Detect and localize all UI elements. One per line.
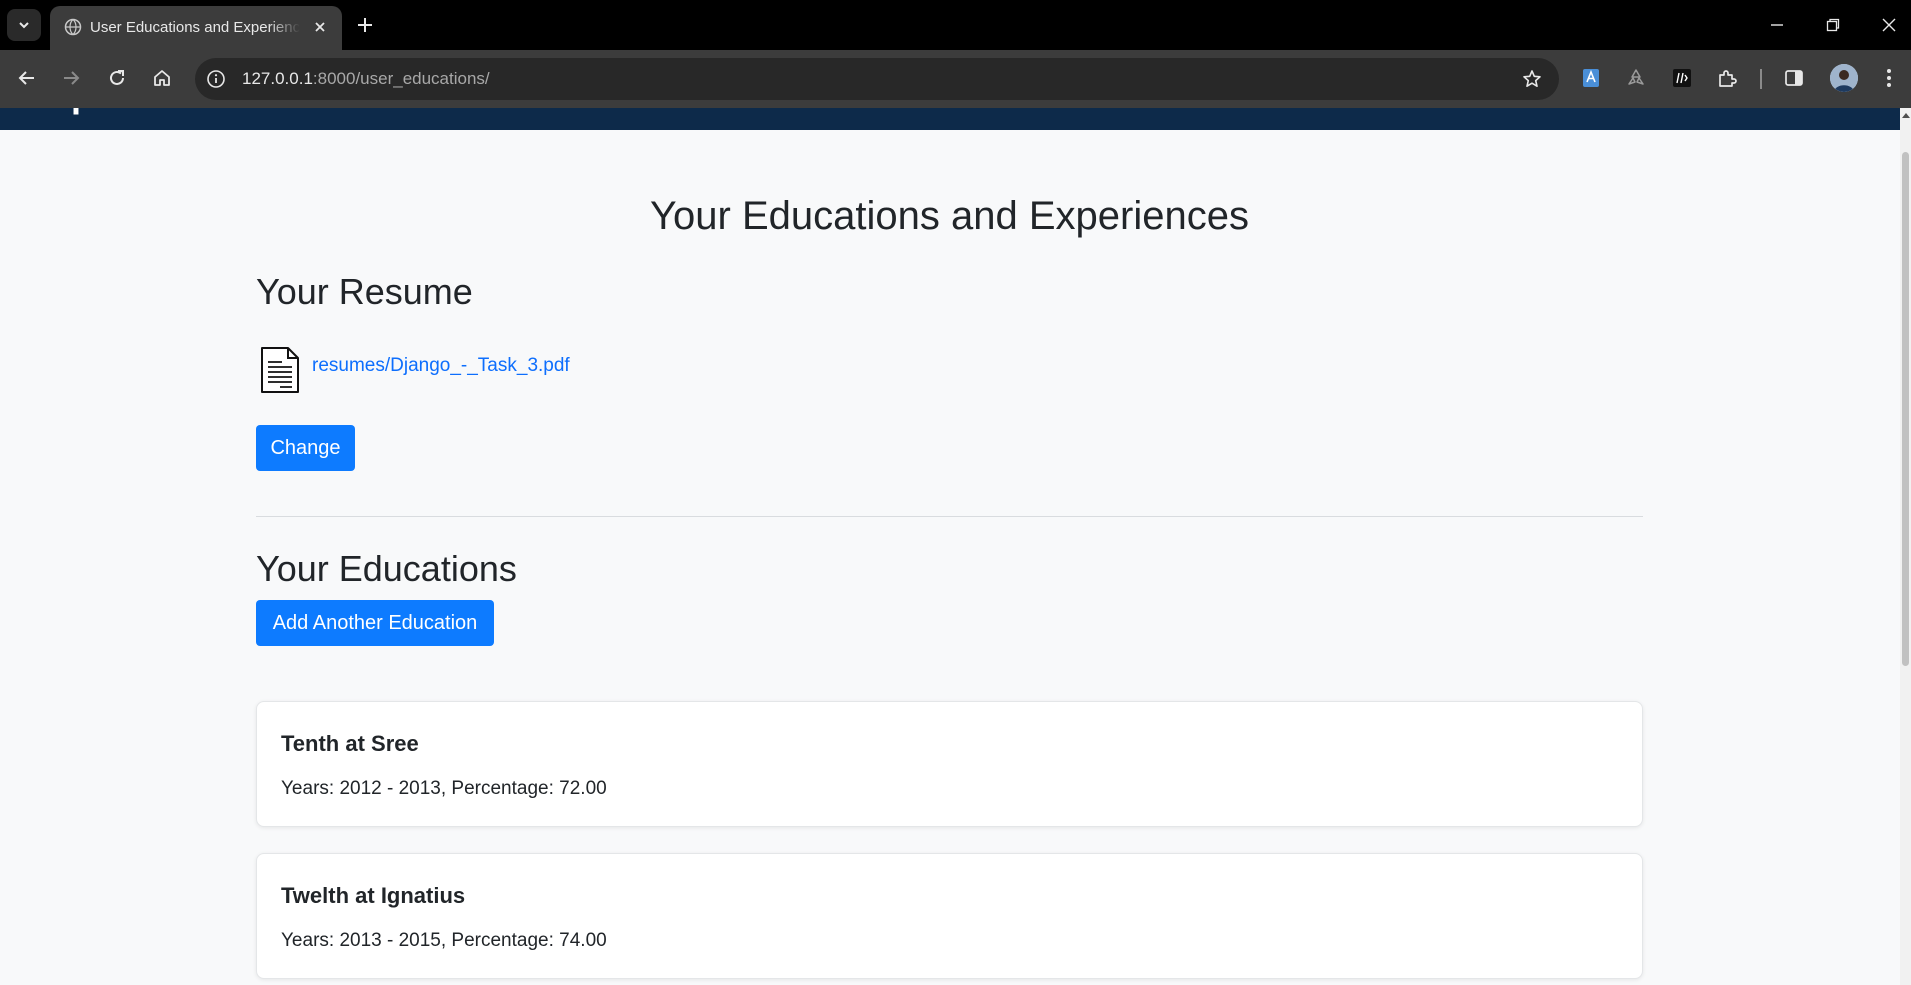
arrow-left-icon xyxy=(18,71,34,85)
education-card: Twelth at Ignatius Years: 2013 - 2015, P… xyxy=(256,853,1643,979)
tab-title: User Educations and Experiences xyxy=(90,19,300,36)
file-text-icon xyxy=(261,347,299,393)
restore-button[interactable] xyxy=(1820,12,1846,38)
change-resume-button[interactable]: Change xyxy=(256,425,355,471)
site-navbar: Aspirant xyxy=(0,108,1900,130)
globe-icon xyxy=(64,18,82,36)
education-details: Years: 2013 - 2015, Percentage: 74.00 xyxy=(281,930,607,951)
reload-button[interactable] xyxy=(102,63,132,93)
star-icon[interactable] xyxy=(1521,68,1543,90)
browser-toolbar: 127.0.0.1:8000/user_educations/ xyxy=(0,50,1911,108)
back-button[interactable] xyxy=(12,63,42,93)
close-tab-icon[interactable] xyxy=(310,17,330,37)
education-card: Tenth at Sree Years: 2012 - 2013, Percen… xyxy=(256,701,1643,827)
resume-heading: Your Resume xyxy=(256,271,473,312)
url-host: 127.0.0.1 xyxy=(242,69,313,88)
forward-button[interactable] xyxy=(56,63,86,93)
education-details: Years: 2012 - 2013, Percentage: 72.00 xyxy=(281,778,607,799)
url-path: :8000/user_educations/ xyxy=(312,69,490,88)
section-divider xyxy=(256,516,1643,517)
reload-icon xyxy=(110,70,124,85)
browser-tab[interactable]: User Educations and Experiences xyxy=(50,6,342,50)
recycle-extension-icon[interactable] xyxy=(1623,65,1649,91)
add-education-button[interactable]: Add Another Education xyxy=(256,600,494,646)
toolbar-separator xyxy=(1760,69,1762,89)
site-brand[interactable]: Aspirant xyxy=(25,108,171,116)
chevron-down-icon xyxy=(19,22,29,29)
close-window-button[interactable] xyxy=(1876,12,1902,38)
scrollbar-thumb[interactable] xyxy=(1902,152,1909,666)
home-button[interactable] xyxy=(147,63,177,93)
minimize-icon xyxy=(1771,24,1783,26)
scroll-up-arrow-icon[interactable] xyxy=(1900,108,1911,122)
browser-tab-bar: User Educations and Experiences xyxy=(0,0,1911,50)
plus-icon xyxy=(358,18,372,32)
url-text: 127.0.0.1:8000/user_educations/ xyxy=(242,69,490,89)
home-icon xyxy=(154,70,170,86)
new-tab-button[interactable] xyxy=(352,12,378,38)
page-title: Your Educations and Experiences xyxy=(650,194,1249,238)
side-panel-icon[interactable] xyxy=(1781,65,1807,91)
puzzle-icon[interactable] xyxy=(1714,65,1740,91)
restore-icon xyxy=(1826,18,1840,32)
info-icon[interactable] xyxy=(205,68,227,90)
education-title: Tenth at Sree xyxy=(281,731,419,756)
more-menu-icon[interactable] xyxy=(1879,65,1899,91)
tab-search-button[interactable] xyxy=(7,9,41,41)
minimize-button[interactable] xyxy=(1764,12,1790,38)
close-icon xyxy=(1882,18,1896,32)
educations-heading: Your Educations xyxy=(256,548,517,589)
page-scrollbar[interactable] xyxy=(1900,108,1911,985)
profile-avatar[interactable] xyxy=(1830,64,1858,92)
education-title: Twelth at Ignatius xyxy=(281,883,466,908)
page-viewport: Aspirant Your Educations and Experiences… xyxy=(0,108,1911,985)
resume-file-link[interactable]: resumes/Django_-_Task_3.pdf xyxy=(312,355,570,377)
translate-extension-icon[interactable] xyxy=(1578,65,1604,91)
script-extension-icon[interactable] xyxy=(1669,65,1695,91)
address-bar[interactable]: 127.0.0.1:8000/user_educations/ xyxy=(195,58,1559,100)
arrow-right-icon xyxy=(64,71,80,85)
